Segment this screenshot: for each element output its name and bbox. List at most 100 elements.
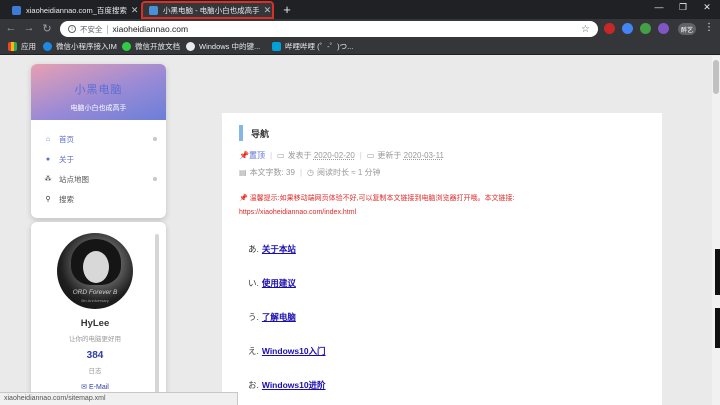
divider (106, 24, 108, 34)
pin-icon: 📌 (239, 151, 249, 160)
envelope-icon: ✉ (81, 384, 88, 391)
sidebar-item-search[interactable]: ⚲ 搜索 (31, 189, 166, 209)
link-win10-intro[interactable]: Windows10入门 (262, 345, 326, 357)
tab-title: xiaoheidiannao.com_百度搜索 (26, 5, 127, 15)
baidu-favicon-icon (12, 5, 21, 15)
search-icon: ⚲ (45, 196, 51, 203)
title-accent-bar (239, 125, 243, 141)
author-description: 让你的电脑更好用 (69, 336, 121, 343)
tab-active-xiaohei[interactable]: 小黑电脑 - 电脑小白也成高手 ✕ (141, 1, 274, 19)
url-text[interactable]: xiaoheidiannao.com (113, 24, 189, 34)
avatar: ORD Forever B 5th Anniversary (57, 233, 133, 309)
minimize-button[interactable]: — (652, 2, 666, 12)
bookmark-wechat-im[interactable]: 微信小程序接入IM (43, 41, 117, 52)
reload-icon[interactable]: ↻ (40, 22, 54, 35)
forward-icon[interactable]: → (22, 22, 36, 34)
meta-separator: | (359, 151, 362, 160)
meta-separator: | (299, 168, 303, 177)
nav-label: 关于 (59, 154, 74, 164)
link-win10-advanced[interactable]: Windows10进阶 (262, 379, 326, 391)
menu-dots-icon[interactable]: ⋮ (704, 22, 714, 33)
site-favicon-icon (149, 5, 158, 15)
avatar-caption: ORD Forever B (72, 289, 118, 296)
scrollbar-thumb[interactable] (713, 60, 719, 94)
list-item: お. Windows10进阶 (248, 379, 326, 405)
bookmark-wechat-docs[interactable]: 微信开放文档 (122, 41, 180, 52)
post-url-link[interactable]: https://xiaoheidiannao.com/index.html (239, 209, 356, 216)
edge-widget[interactable] (715, 249, 720, 295)
updated-date: 2020-03-11 (403, 151, 444, 160)
post-card: 导航 📌 置顶 | ▭ 发表于 2020-02-20 | ▭ 更新于 2020-… (222, 113, 662, 405)
tip-text: 温馨提示:如果移动端网页体验不好,可以复制本文链接到电脑浏览器打开哦。本文链接: (249, 195, 515, 202)
email-link[interactable]: ✉ E-Mail (31, 383, 159, 391)
globe-icon (186, 42, 195, 51)
meta-separator: | (269, 151, 273, 160)
link-learn-computer[interactable]: 了解电脑 (262, 311, 296, 323)
list-marker: え. (248, 346, 259, 356)
sidebar-item-home[interactable]: ⌂ 首页 (31, 129, 166, 149)
list-item: う. 了解电脑 (248, 311, 326, 345)
bookmark-apps[interactable]: 应用 (8, 41, 36, 52)
page-scrollbar[interactable] (712, 56, 720, 405)
pin-icon: 📌 (239, 195, 248, 202)
bookmark-label: 应用 (21, 42, 36, 51)
readtime-value: 1 分钟 (357, 168, 381, 177)
list-marker: お. (248, 380, 259, 390)
bookmark-label: 哔哩哔哩 (゜-゜)つ... (285, 42, 354, 51)
site-title[interactable]: 小黑电脑 (31, 81, 166, 97)
post-count-label[interactable]: 日志 (31, 365, 159, 375)
calendar-check-icon: ▭ (366, 151, 375, 160)
readtime-label: 阅读时长 ≈ (317, 168, 356, 177)
list-marker: あ. (248, 244, 259, 254)
sitemap-icon: ⁂ (44, 176, 52, 183)
page-viewport: 小黑电脑 电脑小白也成高手 ⌂ 首页 ● 关于 ⁂ 站点地图 ⚲ 搜索 ORD … (0, 56, 712, 405)
nav-label: 首页 (59, 134, 74, 144)
published-date: 2020-02-20 (313, 151, 355, 160)
published-label: 发表于 (287, 151, 312, 160)
apps-grid-icon (8, 42, 17, 51)
site-subtitle: 电脑小白也成高手 (70, 105, 127, 112)
post-meta-stats: ▤ 本文字数: 39 | ◷ 阅读时长 ≈ 1 分钟 (239, 167, 381, 178)
address-bar[interactable]: i 不安全 xiaoheidiannao.com ☆ (60, 21, 598, 37)
bookmark-bilibili[interactable]: 哔哩哔哩 (゜-゜)つ... (272, 41, 353, 52)
avatar-caption-small: 5th Anniversary (81, 298, 109, 303)
cloud-icon (43, 42, 52, 51)
extension-blue-icon[interactable] (622, 23, 633, 34)
mobile-tip: 📌 温馨提示:如果移动端网页体验不好,可以复制本文链接到电脑浏览器打开哦。本文链… (239, 193, 515, 203)
tab-title: 小黑电脑 - 电脑小白也成高手 (163, 5, 260, 15)
brand-header: 小黑电脑 电脑小白也成高手 (31, 64, 166, 120)
bookmark-label: Windows 中的键... (199, 42, 261, 51)
extension-red-icon[interactable] (604, 23, 615, 34)
post-meta-dates: 📌 置顶 | ▭ 发表于 2020-02-20 | ▭ 更新于 2020-03-… (239, 150, 444, 161)
status-bar-url: xiaoheidiannao.com/sitemap.xml (0, 392, 238, 405)
tab-baidu-search[interactable]: xiaoheidiannao.com_百度搜索 ✕ (6, 1, 140, 19)
nav-dot (153, 137, 157, 141)
close-window-button[interactable]: ✕ (700, 2, 714, 13)
pinned-label: 置顶 (248, 151, 265, 160)
maximize-button[interactable]: ❐ (676, 2, 690, 13)
wordcount-value: 39 (286, 168, 295, 177)
user-icon: ● (45, 155, 51, 163)
nav-label: 站点地图 (59, 174, 89, 184)
sidebar-item-about[interactable]: ● 关于 (31, 149, 166, 169)
edge-widget[interactable] (715, 308, 720, 348)
post-count[interactable]: 384 (31, 350, 159, 361)
nav-dot (153, 177, 157, 181)
link-usage-tips[interactable]: 使用建议 (262, 277, 296, 289)
sidebar-scrollbar[interactable] (155, 234, 159, 405)
extension-purple-icon[interactable] (658, 23, 669, 34)
sidebar-item-sitemap[interactable]: ⁂ 站点地图 (31, 169, 166, 189)
security-label[interactable]: 不安全 (80, 24, 103, 35)
bookmark-star-icon[interactable]: ☆ (581, 24, 590, 35)
tab-close-icon[interactable]: ✕ (127, 5, 139, 16)
list-item: あ. 关于本站 (248, 243, 326, 277)
new-tab-button[interactable]: + (280, 2, 294, 17)
tab-close-icon[interactable]: ✕ (260, 5, 272, 16)
back-icon[interactable]: ← (4, 22, 18, 34)
email-label: E-Mail (88, 384, 109, 391)
profile-button[interactable]: 醉艺 (678, 23, 696, 35)
extension-green-icon[interactable] (640, 23, 651, 34)
info-icon[interactable]: i (68, 25, 76, 33)
bookmark-windows-keys[interactable]: Windows 中的键... (186, 41, 260, 52)
link-about-site[interactable]: 关于本站 (262, 243, 296, 255)
